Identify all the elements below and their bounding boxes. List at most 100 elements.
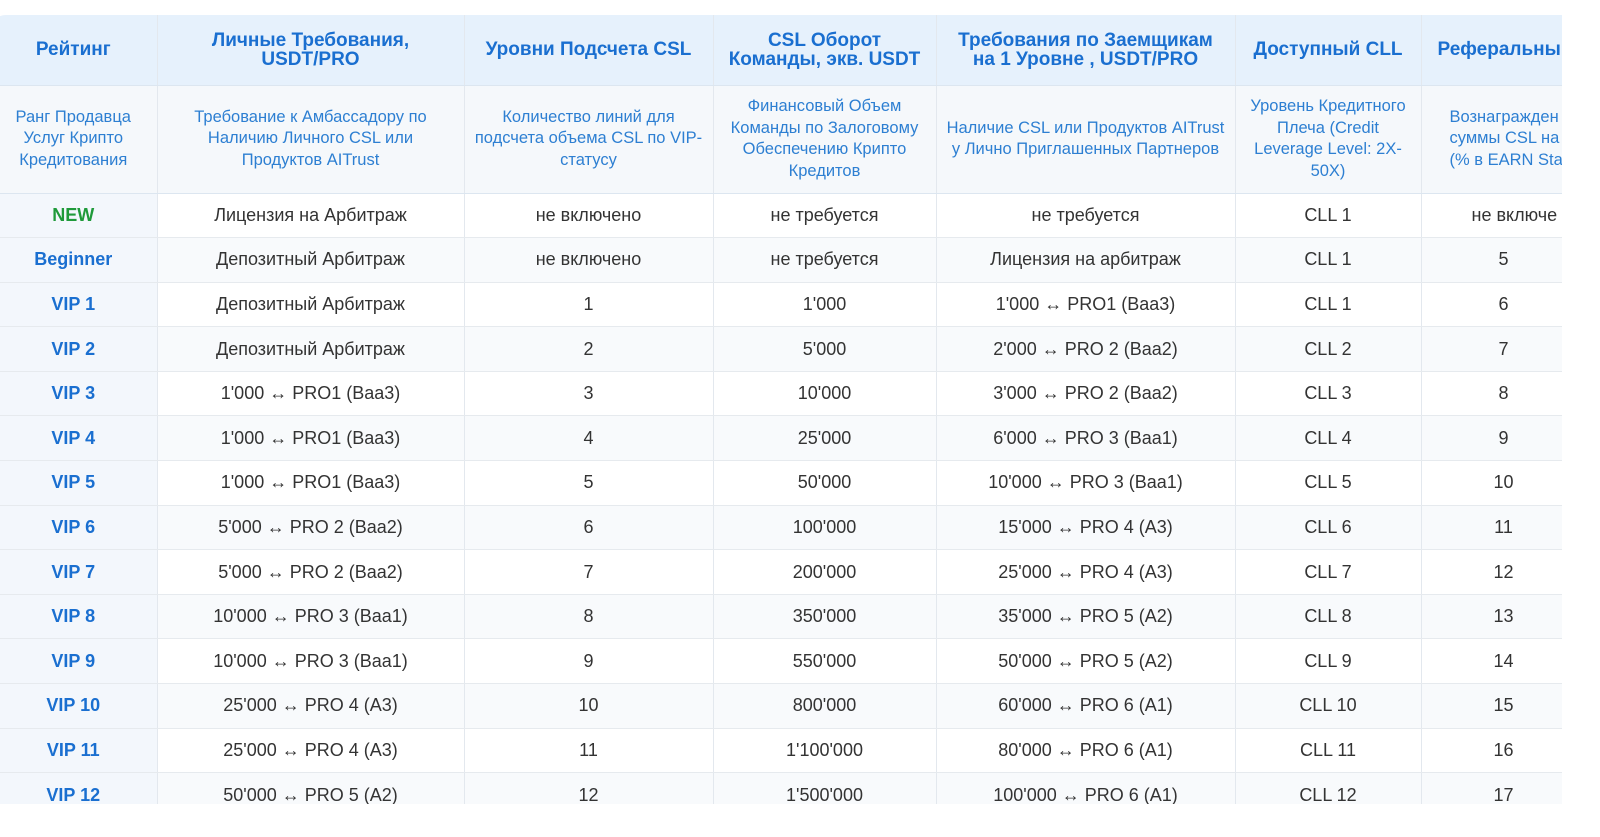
cll-cell: CLL 8 xyxy=(1235,594,1422,640)
table-row: VIP 12 50'000 ↔ PRO 5 (A2) 12 1'500'000 100'… xyxy=(0,772,1562,804)
personal-requirement-cell: 10'000 ↔ PRO 3 (Baa1) xyxy=(157,594,465,640)
rank-cell: VIP 11 xyxy=(0,728,158,774)
team-turnover-cell: 1'000 xyxy=(713,282,937,328)
cll-cell: CLL 7 xyxy=(1235,549,1422,595)
rank-cell: VIP 10 xyxy=(0,683,158,729)
cll-cell: CLL 1 xyxy=(1235,282,1422,328)
column-description-available-cll: Уровень Кредитного Плеча (Credit Leverag… xyxy=(1235,85,1422,194)
table-row: VIP 5 1'000 ↔ PRO1 (Baa3) 5 50'000 10'000 ↔ … xyxy=(0,460,1562,506)
table-row: VIP 6 5'000 ↔ PRO 2 (Baa2) 6 100'000 15'000 … xyxy=(0,505,1562,551)
rank-cell: VIP 2 xyxy=(0,326,158,372)
borrower-requirement-cell: 15'000 ↔ PRO 4 (A3) xyxy=(936,505,1236,551)
team-turnover-cell: 800'000 xyxy=(713,683,937,729)
personal-requirement-cell: 50'000 ↔ PRO 5 (A2) xyxy=(157,772,465,804)
team-turnover-cell: 100'000 xyxy=(713,505,937,551)
column-header-team-turnover: CSL Оборот Команды, экв. USDT xyxy=(713,15,937,86)
cll-cell: CLL 5 xyxy=(1235,460,1422,506)
team-turnover-cell: 200'000 xyxy=(713,549,937,595)
column-header-rank: Рейтинг xyxy=(0,15,158,86)
rank-cell: VIP 9 xyxy=(0,638,158,685)
borrower-requirement-cell: 50'000 ↔ PRO 5 (A2) xyxy=(936,638,1236,685)
personal-requirement-cell: Депозитный Арбитраж xyxy=(157,282,465,328)
vip-ranks-table: Рейтинг Личные Требования, USDT/PRO Уров… xyxy=(0,15,1562,804)
table-row: VIP 1 Депозитный Арбитраж 1 1'000 1'000 ↔ PR… xyxy=(0,282,1562,328)
personal-requirement-cell: 25'000 ↔ PRO 4 (A3) xyxy=(157,683,465,729)
table-row: VIP 2 Депозитный Арбитраж 2 5'000 2'000 ↔ PR… xyxy=(0,326,1562,372)
column-header-borrower-requirements: Требования по Заемщикам на 1 Уровне , US… xyxy=(936,15,1236,86)
cll-cell: CLL 1 xyxy=(1235,237,1422,283)
referral-cell: 12 xyxy=(1421,549,1562,595)
csl-levels-cell: 9 xyxy=(464,638,714,685)
personal-requirement-cell: Лицензия на Арбитраж xyxy=(157,193,465,239)
team-turnover-cell: не требуется xyxy=(713,237,937,283)
personal-requirement-cell: 5'000 ↔ PRO 2 (Baa2) xyxy=(157,505,465,551)
team-turnover-cell: не требуется xyxy=(713,193,937,239)
cll-cell: CLL 6 xyxy=(1235,505,1422,551)
team-turnover-cell: 50'000 xyxy=(713,460,937,506)
rank-cell: VIP 1 xyxy=(0,282,158,328)
borrower-requirement-cell: не требуется xyxy=(936,193,1236,239)
rank-cell: VIP 6 xyxy=(0,505,158,551)
table-row: VIP 9 10'000 ↔ PRO 3 (Baa1) 9 550'000 50'000… xyxy=(0,638,1562,685)
csl-levels-cell: 6 xyxy=(464,505,714,551)
borrower-requirement-cell: 3'000 ↔ PRO 2 (Baa2) xyxy=(936,371,1236,417)
borrower-requirement-cell: Лицензия на арбитраж xyxy=(936,237,1236,283)
cll-cell: CLL 2 xyxy=(1235,326,1422,372)
column-header-referral-percent: Реферальный % xyxy=(1421,15,1562,86)
csl-levels-cell: 1 xyxy=(464,282,714,328)
csl-levels-cell: 12 xyxy=(464,772,714,804)
cll-cell: CLL 4 xyxy=(1235,415,1422,462)
column-description-csl-levels: Количество линий для подсчета объема CSL… xyxy=(464,85,714,194)
cll-cell: CLL 11 xyxy=(1235,728,1422,774)
cll-cell: CLL 1 xyxy=(1235,193,1422,239)
csl-levels-cell: 3 xyxy=(464,371,714,417)
rank-cell: VIP 3 xyxy=(0,371,158,417)
csl-levels-cell: 2 xyxy=(464,326,714,372)
personal-requirement-cell: 1'000 ↔ PRO1 (Baa3) xyxy=(157,415,465,462)
personal-requirement-cell: 10'000 ↔ PRO 3 (Baa1) xyxy=(157,638,465,685)
personal-requirement-cell: Депозитный Арбитраж xyxy=(157,237,465,283)
rank-cell: VIP 7 xyxy=(0,549,158,595)
referral-cell: 9 xyxy=(1421,415,1562,462)
borrower-requirement-cell: 6'000 ↔ PRO 3 (Baa1) xyxy=(936,415,1236,462)
column-description-team-turnover: Финансовый Объем Команды по Залоговому О… xyxy=(713,85,937,194)
team-turnover-cell: 1'100'000 xyxy=(713,728,937,774)
borrower-requirement-cell: 35'000 ↔ PRO 5 (A2) xyxy=(936,594,1236,640)
csl-levels-cell: 5 xyxy=(464,460,714,506)
table-row: Beginner Депозитный Арбитраж не включено не… xyxy=(0,237,1562,283)
rank-cell: VIP 5 xyxy=(0,460,158,506)
referral-cell: 14 xyxy=(1421,638,1562,685)
rank-cell: Beginner xyxy=(0,237,158,283)
column-header-personal-requirements: Личные Требования, USDT/PRO xyxy=(157,15,465,86)
description-row: Ранг Продавца Услуг Крипто Кредитования … xyxy=(0,85,1562,194)
borrower-requirement-cell: 60'000 ↔ PRO 6 (A1) xyxy=(936,683,1236,729)
column-header-available-cll: Доступный CLL xyxy=(1235,15,1422,86)
column-description-referral-percent: Вознагражден суммы CSL на 1 (% в EARN St… xyxy=(1421,85,1562,194)
csl-levels-cell: не включено xyxy=(464,237,714,283)
referral-cell: 6 xyxy=(1421,282,1562,328)
table-row: VIP 7 5'000 ↔ PRO 2 (Baa2) 7 200'000 25'000 … xyxy=(0,549,1562,595)
table-row: VIP 4 1'000 ↔ PRO1 (Baa3) 4 25'000 6'000 ↔ P… xyxy=(0,415,1562,462)
table-row: NEW Лицензия на Арбитраж не включено не тре… xyxy=(0,193,1562,239)
personal-requirement-cell: 25'000 ↔ PRO 4 (A3) xyxy=(157,728,465,774)
borrower-requirement-cell: 100'000 ↔ PRO 6 (A1) xyxy=(936,772,1236,804)
personal-requirement-cell: 1'000 ↔ PRO1 (Baa3) xyxy=(157,371,465,417)
table-body: NEW Лицензия на Арбитраж не включено не тре… xyxy=(0,193,1562,804)
csl-levels-cell: 11 xyxy=(464,728,714,774)
rank-cell: VIP 8 xyxy=(0,594,158,640)
team-turnover-cell: 10'000 xyxy=(713,371,937,417)
column-description-borrower-requirements: Наличие CSL или Продуктов AITrust у Личн… xyxy=(936,85,1236,194)
referral-cell: 15 xyxy=(1421,683,1562,729)
personal-requirement-cell: Депозитный Арбитраж xyxy=(157,326,465,372)
team-turnover-cell: 550'000 xyxy=(713,638,937,685)
table-row: VIP 3 1'000 ↔ PRO1 (Baa3) 3 10'000 3'000 ↔ P… xyxy=(0,371,1562,417)
csl-levels-cell: не включено xyxy=(464,193,714,239)
borrower-requirement-cell: 25'000 ↔ PRO 4 (A3) xyxy=(936,549,1236,595)
cll-cell: CLL 12 xyxy=(1235,772,1422,804)
borrower-requirement-cell: 10'000 ↔ PRO 3 (Baa1) xyxy=(936,460,1236,506)
table-viewport[interactable]: Рейтинг Личные Требования, USDT/PRO Уров… xyxy=(0,0,1562,804)
header-row: Рейтинг Личные Требования, USDT/PRO Уров… xyxy=(0,15,1562,86)
rank-cell: NEW xyxy=(0,193,158,239)
cll-cell: CLL 9 xyxy=(1235,638,1422,685)
cll-cell: CLL 10 xyxy=(1235,683,1422,729)
